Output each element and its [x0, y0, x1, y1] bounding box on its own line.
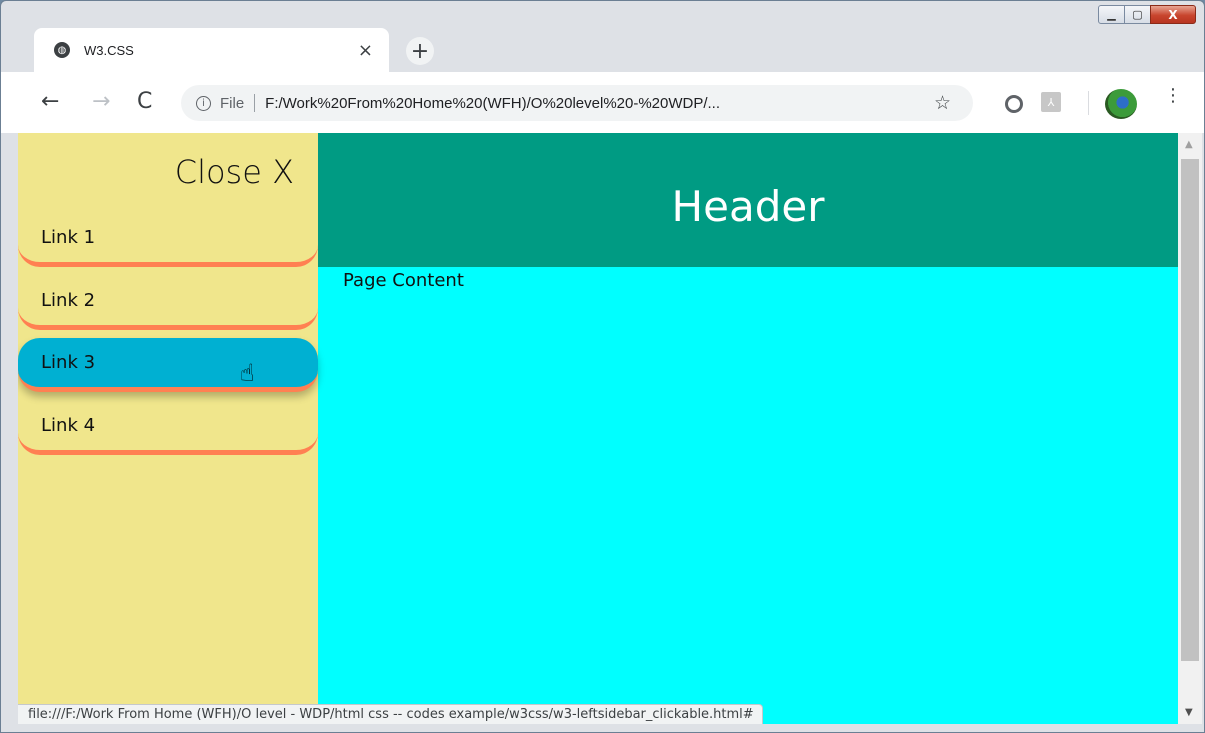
menu-kebab-icon[interactable]: ⋮ [1164, 87, 1182, 105]
scroll-down-arrow-icon[interactable]: ▼ [1185, 707, 1193, 718]
maximize-icon: ▢ [1132, 8, 1143, 21]
address-bar[interactable]: i File F:/Work%20From%20Home%20(WFH)/O%2… [181, 85, 973, 121]
info-icon[interactable]: i [196, 95, 211, 111]
vertical-scrollbar[interactable]: ▲ ▼ [1178, 133, 1202, 724]
sidebar-link-1[interactable]: Link 1 [18, 213, 318, 267]
page-content-text: Page Content [343, 270, 464, 291]
reload-button[interactable]: C [137, 91, 152, 113]
sidebar-link-3[interactable]: Link 3 [18, 338, 318, 392]
link-label: Link 3 [41, 352, 96, 373]
scroll-thumb[interactable] [1181, 159, 1199, 661]
minimize-button[interactable]: ▁ [1098, 5, 1125, 24]
sidebar-link-2[interactable]: Link 2 [18, 276, 318, 330]
main-content: Header Page Content [318, 133, 1178, 724]
extension-circle-icon[interactable] [1005, 95, 1023, 113]
tab-title: W3.CSS [84, 42, 134, 58]
back-button[interactable]: ← [41, 91, 59, 113]
page-header: Header [318, 133, 1178, 267]
sidebar: Close X Link 1 Link 2 Link 3 Link 4 ☝ [18, 133, 318, 724]
window-controls: ▁ ▢ X [1098, 5, 1196, 24]
divider [254, 94, 256, 112]
link-label: Link 4 [41, 415, 96, 436]
browser-tab[interactable]: ◍ W3.CSS × [34, 28, 389, 72]
sidebar-link-4[interactable]: Link 4 [18, 401, 318, 455]
profile-avatar[interactable] [1105, 89, 1137, 119]
page-viewport: Close X Link 1 Link 2 Link 3 Link 4 ☝ He… [18, 133, 1178, 724]
browser-window: ▁ ▢ X ◍ W3.CSS × + ← → C i File F:/Work%… [0, 0, 1205, 733]
scroll-up-arrow-icon[interactable]: ▲ [1185, 139, 1193, 150]
status-bar: file:///F:/Work From Home (WFH)/O level … [18, 704, 763, 724]
minimize-icon: ▁ [1107, 8, 1116, 21]
url-text[interactable]: F:/Work%20From%20Home%20(WFH)/O%20level%… [265, 95, 720, 112]
tab-close-button[interactable]: × [358, 40, 373, 61]
browser-toolbar: ← → C i File F:/Work%20From%20Home%20(WF… [1, 72, 1204, 133]
file-label: File [220, 94, 245, 112]
link-label: Link 1 [41, 227, 96, 248]
maximize-button[interactable]: ▢ [1124, 5, 1151, 24]
forward-button[interactable]: → [92, 91, 110, 113]
globe-icon: ◍ [54, 42, 70, 58]
sidebar-close-button[interactable]: Close X [175, 153, 294, 191]
pdf-extension-icon[interactable]: ⅄ [1041, 92, 1061, 112]
link-label: Link 2 [41, 290, 96, 311]
new-tab-button[interactable]: + [406, 37, 434, 65]
close-icon: X [1168, 7, 1178, 22]
bookmark-star-icon[interactable]: ☆ [934, 92, 951, 114]
hand-cursor-icon: ☝ [240, 359, 255, 387]
toolbar-divider [1088, 91, 1089, 115]
close-window-button[interactable]: X [1150, 5, 1196, 24]
